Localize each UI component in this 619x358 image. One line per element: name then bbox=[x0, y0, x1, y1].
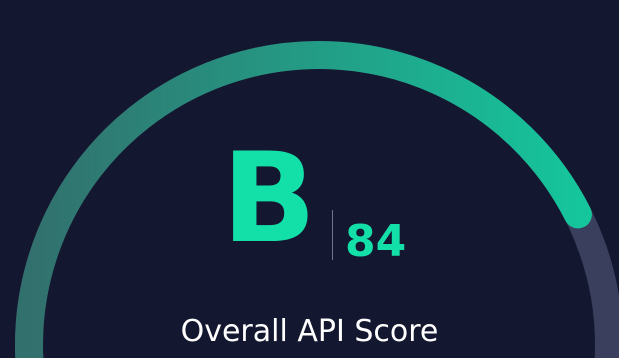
grade-score-divider bbox=[332, 210, 333, 260]
score-value: 84 bbox=[345, 216, 407, 267]
api-score-gauge: B 84 Overall API Score bbox=[0, 0, 619, 358]
grade-letter: B bbox=[221, 127, 317, 271]
gauge-title: Overall API Score bbox=[180, 314, 439, 349]
